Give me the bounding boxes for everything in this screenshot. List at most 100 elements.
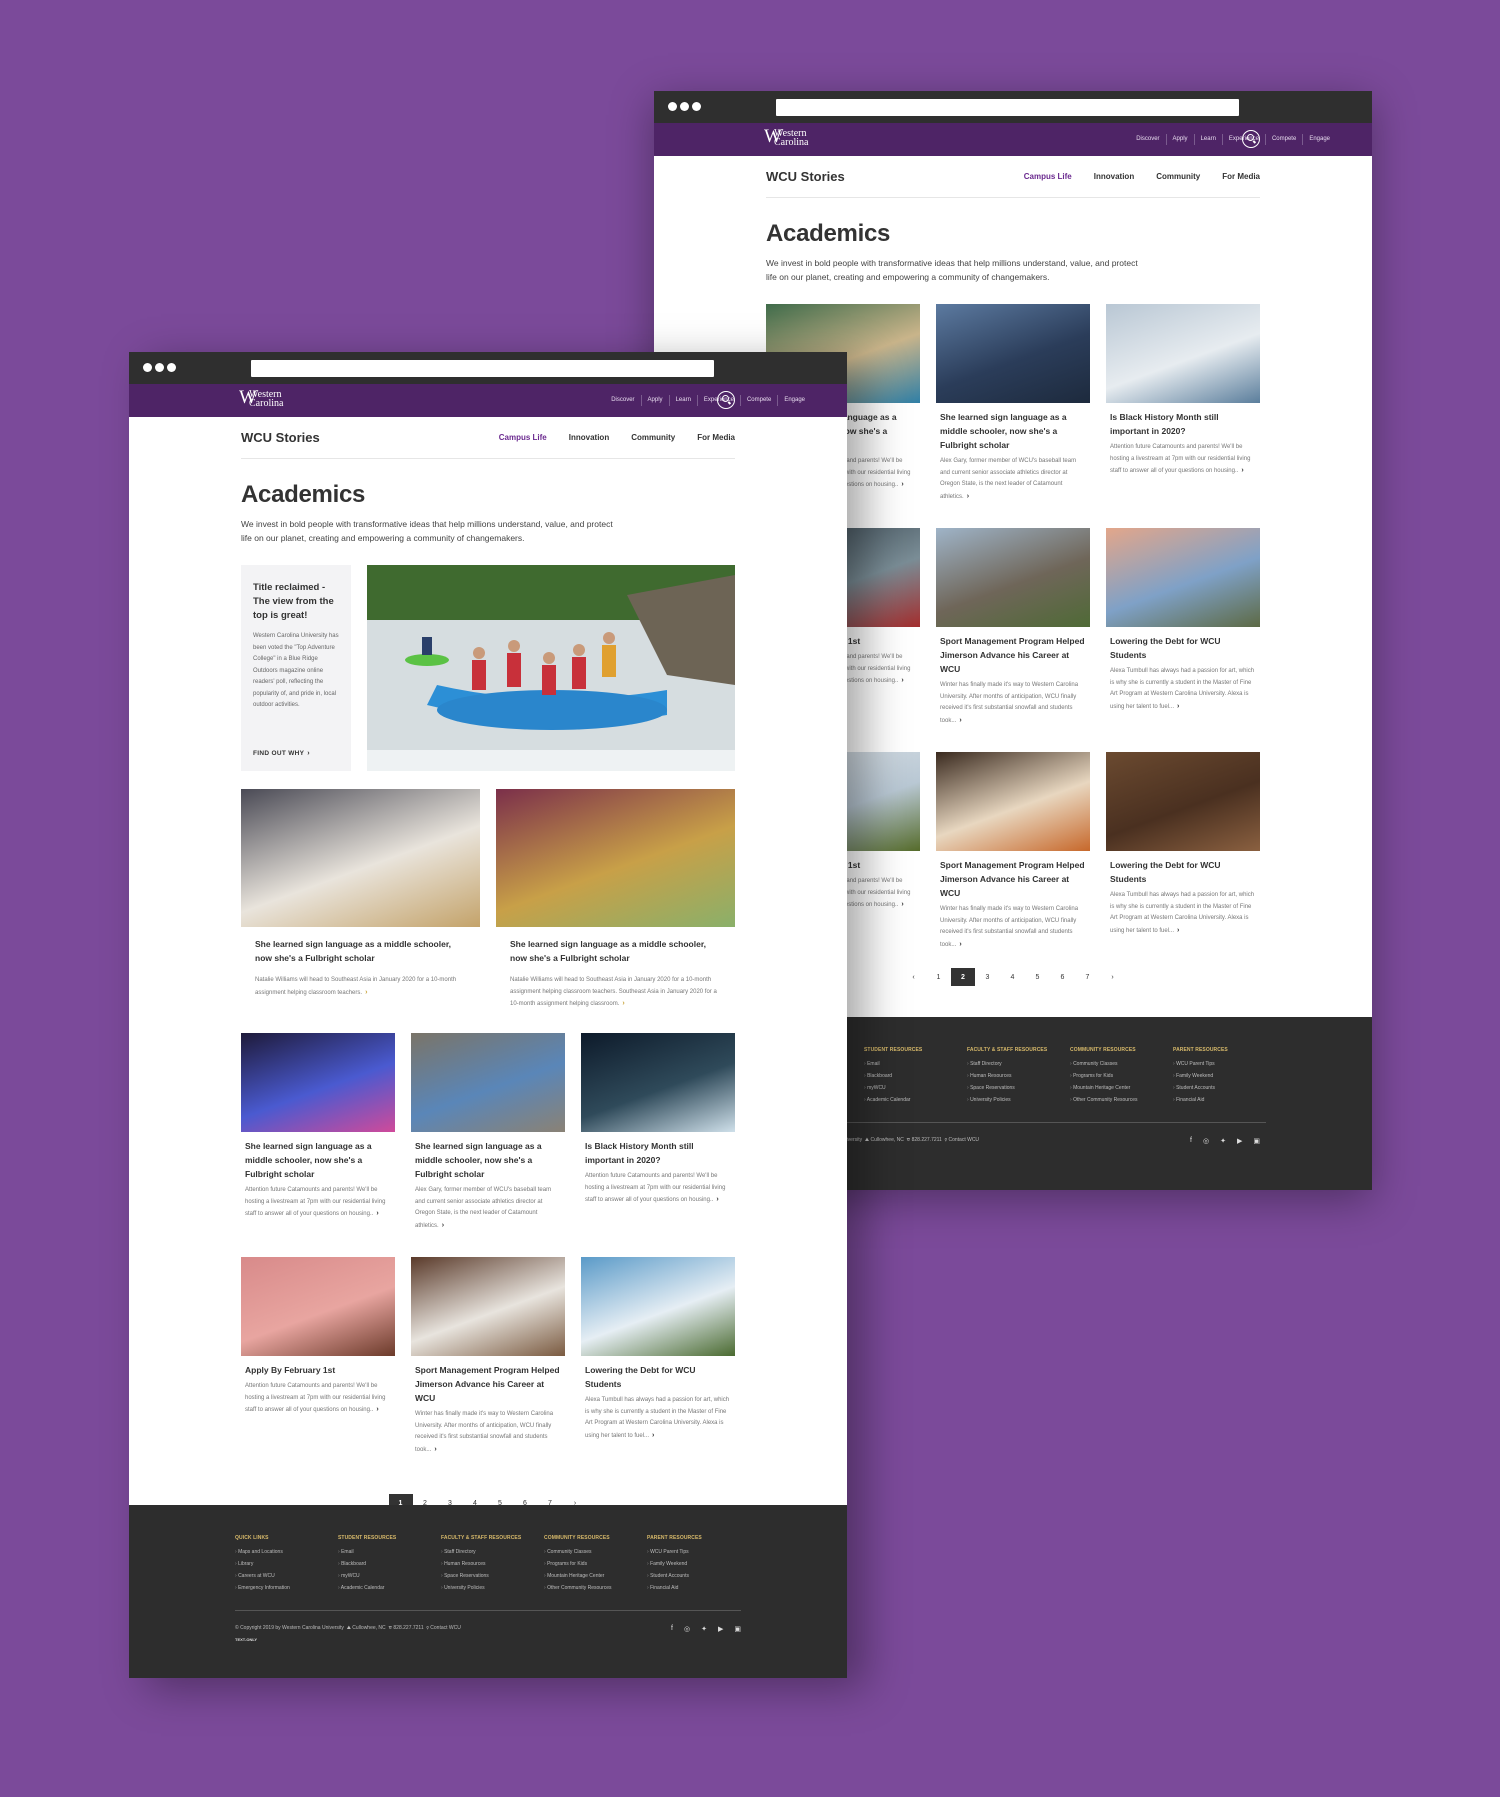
footer-link[interactable]: Financial Aid xyxy=(647,1582,750,1594)
footer-link[interactable]: Academic Calendar xyxy=(864,1094,967,1106)
footer-link[interactable]: Academic Calendar xyxy=(338,1582,441,1594)
flickr-icon[interactable]: ▣ xyxy=(734,1625,741,1642)
pagination-prev[interactable]: ‹ xyxy=(901,968,926,986)
breakfast-plate-image[interactable] xyxy=(936,752,1090,851)
footer-link[interactable]: Email xyxy=(864,1058,967,1070)
lighthouse-image[interactable] xyxy=(936,528,1090,627)
story-card[interactable]: Sport Management Program Helped Jimerson… xyxy=(936,752,1090,976)
nav-engage[interactable]: Engage xyxy=(1302,134,1336,145)
footer-phone[interactable]: 828.227.7211 xyxy=(393,1625,423,1631)
footer-link[interactable]: Programs for Kids xyxy=(1070,1070,1173,1082)
story-card[interactable]: Lowering the Debt for WCU Students Alexa … xyxy=(1106,528,1260,752)
nav-learn[interactable]: Learn xyxy=(668,395,697,406)
footer-link[interactable]: Human Resources xyxy=(967,1070,1070,1082)
section-brand[interactable]: WCU Stories xyxy=(766,169,845,184)
story-card[interactable]: Lowering the Debt for WCU Students Alexa … xyxy=(1106,752,1260,976)
footer-link[interactable]: Space Reservations xyxy=(967,1082,1070,1094)
footer-link[interactable]: WCU Parent Tips xyxy=(1173,1058,1276,1070)
chevron-right-icon[interactable]: › xyxy=(442,1222,444,1229)
story-title[interactable]: She learned sign language as a middle sc… xyxy=(496,937,735,965)
palm-trees-sky-image[interactable] xyxy=(581,1257,735,1356)
footer-link[interactable]: Staff Directory xyxy=(967,1058,1070,1070)
address-bar[interactable] xyxy=(251,360,714,377)
search-icon[interactable] xyxy=(1242,130,1260,148)
footer-link[interactable]: WCU Parent Tips xyxy=(647,1546,750,1558)
story-card[interactable]: She learned sign language as a middle sc… xyxy=(241,789,480,1015)
nav-apply[interactable]: Apply xyxy=(640,395,669,406)
story-card[interactable]: Sport Management Program Helped Jimerson… xyxy=(411,1257,565,1481)
chevron-right-icon[interactable]: › xyxy=(622,1000,624,1007)
story-title[interactable]: Apply By February 1st xyxy=(241,1363,395,1377)
chevron-right-icon[interactable]: › xyxy=(365,989,367,996)
nav-compete[interactable]: Compete xyxy=(1264,134,1302,145)
nav-engage[interactable]: Engage xyxy=(777,395,811,406)
instagram-icon[interactable]: ◎ xyxy=(684,1625,690,1642)
twitter-icon[interactable]: ✦ xyxy=(1220,1137,1226,1145)
footer-link[interactable]: Emergency Information xyxy=(235,1582,338,1594)
chevron-right-icon[interactable]: › xyxy=(901,677,903,684)
color-guard-performers-image[interactable] xyxy=(241,789,480,927)
story-card[interactable]: She learned sign language as a middle sc… xyxy=(241,1033,395,1257)
story-card[interactable]: Is Black History Month still important i… xyxy=(581,1033,735,1257)
rocky-shore-sunset-image[interactable] xyxy=(1106,528,1260,627)
window-controls[interactable] xyxy=(668,102,701,111)
blue-butterflies-image[interactable] xyxy=(411,1033,565,1132)
nav-apply[interactable]: Apply xyxy=(1165,134,1194,145)
featured-story-title[interactable]: Title reclaimed - The view from the top … xyxy=(253,581,339,623)
footer-link[interactable]: Maps and Locations xyxy=(235,1546,338,1558)
footer-link[interactable]: Family Weekend xyxy=(1173,1070,1276,1082)
footer-link[interactable]: Mountain Heritage Center xyxy=(1070,1082,1173,1094)
concert-stage-image[interactable] xyxy=(241,1033,395,1132)
footer-link[interactable]: myWCU xyxy=(338,1570,441,1582)
tab-campus-life[interactable]: Campus Life xyxy=(1024,172,1072,181)
night-sky-cave-image[interactable] xyxy=(581,1033,735,1132)
pagination-page[interactable]: 5 xyxy=(1025,968,1050,986)
pink-accessories-image[interactable] xyxy=(241,1257,395,1356)
nav-compete[interactable]: Compete xyxy=(739,395,777,406)
chevron-right-icon[interactable]: › xyxy=(1177,703,1179,710)
footer-link[interactable]: Family Weekend xyxy=(647,1558,750,1570)
story-card[interactable]: Is Black History Month still important i… xyxy=(1106,304,1260,528)
footer-link[interactable]: Blackboard xyxy=(338,1558,441,1570)
chevron-right-icon[interactable]: › xyxy=(652,1432,654,1439)
pagination-page[interactable]: 3 xyxy=(975,968,1000,986)
city-skyline-image[interactable] xyxy=(936,304,1090,403)
tab-for-media[interactable]: For Media xyxy=(1222,172,1260,181)
chevron-right-icon[interactable]: › xyxy=(959,941,961,948)
story-title[interactable]: Lowering the Debt for WCU Students xyxy=(1106,634,1260,662)
story-title[interactable]: Sport Management Program Helped Jimerson… xyxy=(936,858,1090,900)
story-title[interactable]: Sport Management Program Helped Jimerson… xyxy=(936,634,1090,676)
pagination-page[interactable]: 6 xyxy=(1050,968,1075,986)
footer-link[interactable]: Student Accounts xyxy=(1173,1082,1276,1094)
pagination-page[interactable]: 7 xyxy=(1075,968,1100,986)
footer-link[interactable]: Community Classes xyxy=(1070,1058,1173,1070)
text-only-link[interactable]: TEXT-ONLY xyxy=(235,1637,461,1642)
story-card[interactable]: She learned sign language as a middle sc… xyxy=(411,1033,565,1257)
chevron-right-icon[interactable]: › xyxy=(716,1196,718,1203)
footer-link[interactable]: myWCU xyxy=(864,1082,967,1094)
youtube-icon[interactable]: ▶ xyxy=(1237,1137,1242,1145)
tab-innovation[interactable]: Innovation xyxy=(1094,172,1134,181)
story-card[interactable]: Lowering the Debt for WCU Students Alexa … xyxy=(581,1257,735,1481)
footer-link[interactable]: Library xyxy=(235,1558,338,1570)
footer-link[interactable]: Programs for Kids xyxy=(544,1558,647,1570)
footer-link[interactable]: Student Accounts xyxy=(647,1570,750,1582)
footer-link[interactable]: Staff Directory xyxy=(441,1546,544,1558)
tab-for-media[interactable]: For Media xyxy=(697,433,735,442)
footer-link[interactable]: Human Resources xyxy=(441,1558,544,1570)
tab-innovation[interactable]: Innovation xyxy=(569,433,609,442)
story-card[interactable]: Sport Management Program Helped Jimerson… xyxy=(936,528,1090,752)
story-title[interactable]: Lowering the Debt for WCU Students xyxy=(1106,858,1260,886)
flickr-icon[interactable]: ▣ xyxy=(1253,1137,1260,1145)
story-title[interactable]: She learned sign language as a middle sc… xyxy=(411,1139,565,1181)
story-title[interactable]: Is Black History Month still important i… xyxy=(1106,410,1260,438)
facebook-icon[interactable]: f xyxy=(671,1625,673,1642)
footer-link[interactable]: Blackboard xyxy=(864,1070,967,1082)
youtube-icon[interactable]: ▶ xyxy=(718,1625,723,1642)
footer-link[interactable]: University Policies xyxy=(441,1582,544,1594)
smiling-student-portrait-image[interactable] xyxy=(496,789,735,927)
section-brand[interactable]: WCU Stories xyxy=(241,430,320,445)
chevron-right-icon[interactable]: › xyxy=(959,717,961,724)
footer-link[interactable]: Community Classes xyxy=(544,1546,647,1558)
story-card[interactable]: She learned sign language as a middle sc… xyxy=(936,304,1090,528)
